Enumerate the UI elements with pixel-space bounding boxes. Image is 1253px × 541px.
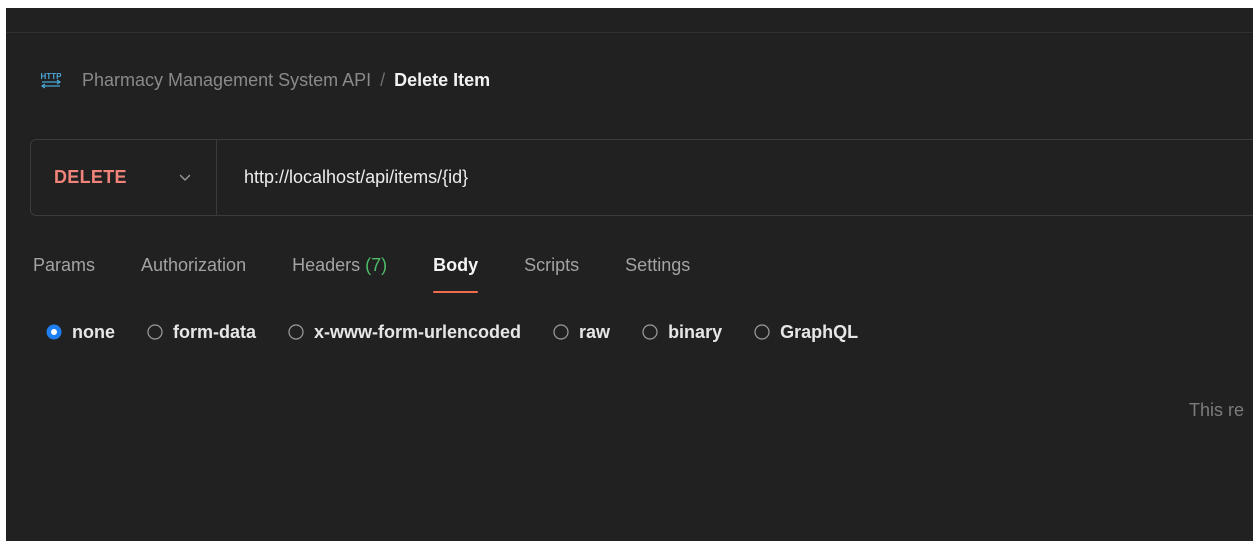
- tab-scripts[interactable]: Scripts: [524, 250, 579, 298]
- body-option-label: form-data: [173, 321, 257, 342]
- tab-authorization[interactable]: Authorization: [141, 250, 246, 298]
- body-option-label: none: [72, 321, 115, 342]
- request-name[interactable]: Delete Item: [394, 70, 490, 91]
- body-type-options: none form-data x-www-form-urlencoded raw…: [46, 319, 858, 345]
- breadcrumb: HTTP Pharmacy Management System API / De…: [40, 68, 491, 92]
- url-input[interactable]: http://localhost/api/items/{id}: [244, 167, 468, 188]
- tab-params[interactable]: Params: [33, 250, 95, 298]
- radio-unselected-icon[interactable]: [553, 324, 569, 340]
- body-option-form-data[interactable]: form-data: [147, 322, 256, 343]
- tab-label: Headers: [292, 255, 361, 275]
- http-icon: HTTP: [40, 69, 62, 91]
- method-label: DELETE: [54, 167, 127, 187]
- svg-text:HTTP: HTTP: [41, 72, 62, 81]
- headers-count-badge: (7): [365, 255, 388, 275]
- url-bar: DELETE http://localhost/api/items/{id}: [30, 139, 1253, 216]
- empty-body-message: This re: [1189, 400, 1245, 420]
- body-option-label: raw: [579, 321, 611, 342]
- tab-body[interactable]: Body: [433, 250, 479, 298]
- top-divider: [6, 32, 1253, 33]
- radio-unselected-icon[interactable]: [642, 324, 658, 340]
- tab-label: Params: [33, 255, 96, 275]
- body-option-label: x-www-form-urlencoded: [314, 321, 522, 342]
- tab-headers[interactable]: Headers (7): [292, 250, 387, 298]
- radio-unselected-icon[interactable]: [288, 324, 304, 340]
- active-tab-indicator: [433, 291, 479, 293]
- breadcrumb-collection[interactable]: Pharmacy Management System API: [82, 70, 371, 91]
- radio-unselected-icon[interactable]: [754, 324, 770, 340]
- body-option-label: binary: [668, 321, 723, 342]
- body-option-raw[interactable]: raw: [553, 322, 610, 343]
- body-option-binary[interactable]: binary: [642, 322, 722, 343]
- body-option-label: GraphQL: [780, 321, 859, 342]
- request-panel: HTTP Pharmacy Management System API / De…: [6, 8, 1253, 541]
- radio-unselected-icon[interactable]: [147, 324, 163, 340]
- body-option-graphql[interactable]: GraphQL: [754, 322, 858, 343]
- tab-settings[interactable]: Settings: [625, 250, 690, 298]
- method-selector[interactable]: DELETE: [31, 140, 217, 215]
- breadcrumb-separator: /: [380, 69, 386, 90]
- tab-label: Scripts: [524, 255, 580, 275]
- tab-label: Settings: [625, 255, 691, 275]
- chevron-down-icon: [179, 174, 191, 182]
- tab-label: Body: [433, 255, 479, 275]
- tab-label: Authorization: [141, 255, 247, 275]
- body-option-urlencoded[interactable]: x-www-form-urlencoded: [288, 322, 521, 343]
- radio-selected-icon[interactable]: [46, 324, 62, 340]
- body-option-none[interactable]: none: [46, 322, 115, 343]
- request-tabs: Params Authorization Headers (7) Body Sc…: [33, 250, 690, 302]
